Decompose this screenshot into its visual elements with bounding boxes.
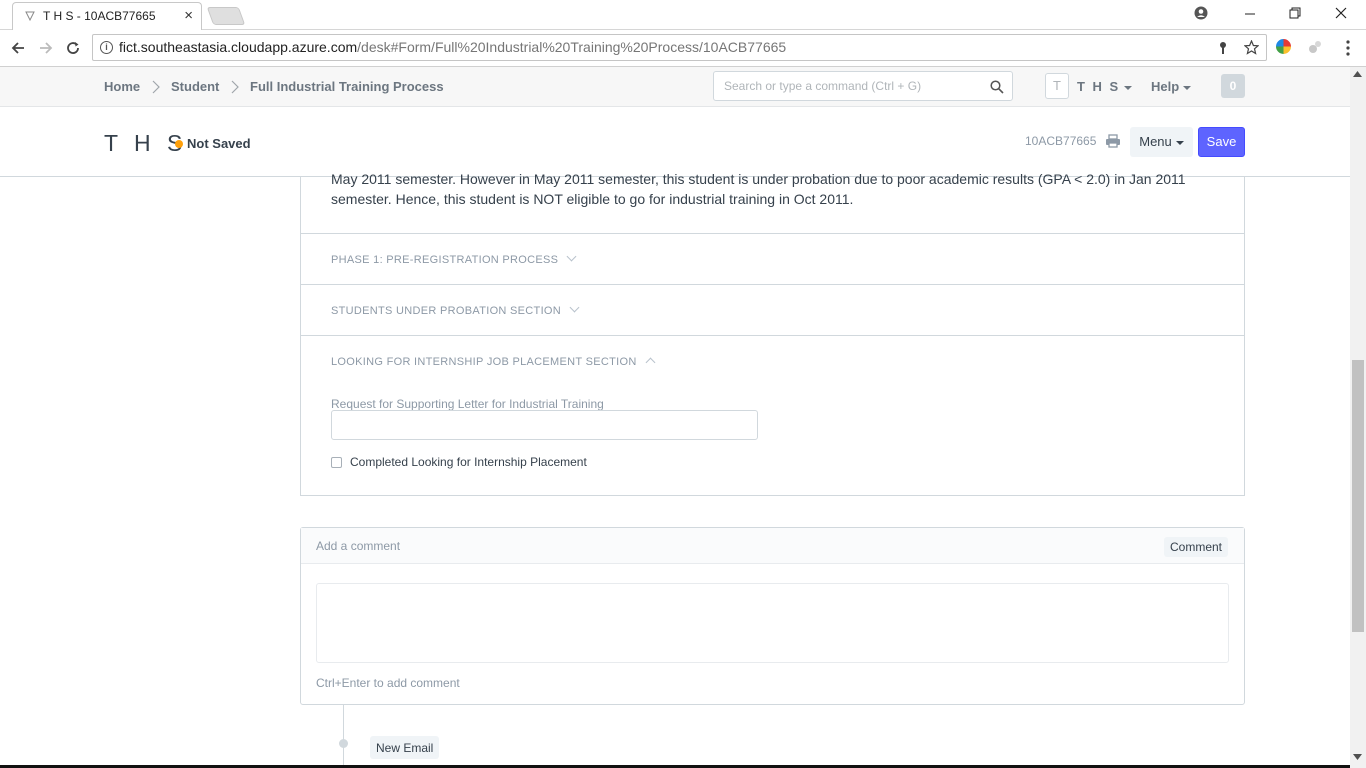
caret-down-icon: [1124, 85, 1133, 90]
restore-icon[interactable]: [1289, 7, 1301, 19]
key-icon[interactable]: [1218, 41, 1228, 55]
comment-header: Add a comment Comment: [301, 528, 1244, 564]
supporting-letter-input[interactable]: [331, 410, 758, 440]
frappe-favicon-icon: [25, 11, 35, 21]
section-heading-label: PHASE 1: PRE-REGISTRATION PROCESS: [331, 254, 559, 266]
section-phase-1[interactable]: PHASE 1: PRE-REGISTRATION PROCESS: [301, 233, 1244, 284]
status-indicator: Not Saved: [175, 136, 251, 151]
completed-placement-row[interactable]: Completed Looking for Internship Placeme…: [331, 455, 587, 469]
url-host: fict.southeastasia.cloudapp.azure.com: [119, 39, 358, 55]
section-heading-label: LOOKING FOR INTERNSHIP JOB PLACEMENT SEC…: [331, 356, 637, 368]
print-icon[interactable]: [1105, 134, 1121, 148]
scrollbar-thumb[interactable]: [1352, 360, 1364, 632]
new-email-button[interactable]: New Email: [370, 736, 440, 759]
breadcrumb-chevron-icon: [231, 80, 239, 94]
address-bar[interactable]: i fict.southeastasia.cloudapp.azure.com/…: [92, 34, 1267, 61]
comment-button[interactable]: Comment: [1164, 537, 1229, 557]
forward-icon[interactable]: [38, 40, 54, 56]
completed-placement-label: Completed Looking for Internship Placeme…: [350, 455, 587, 469]
timeline-dot: [339, 739, 348, 748]
section-probation[interactable]: STUDENTS UNDER PROBATION SECTION: [301, 284, 1244, 335]
breadcrumb-chevron-icon: [152, 80, 160, 94]
user-dropdown[interactable]: T H S: [1077, 79, 1133, 94]
search-icon[interactable]: [990, 80, 1004, 94]
browser-tab[interactable]: T H S - 10ACB77665 ×: [12, 2, 202, 30]
section-heading: STUDENTS UNDER PROBATION SECTION: [331, 302, 580, 317]
caret-down-icon: [1175, 140, 1184, 145]
chevron-down-icon: [566, 251, 577, 262]
caret-down-icon: [1183, 85, 1192, 90]
app-navbar: Home Student Full Industrial Training Pr…: [0, 67, 1350, 107]
chevron-down-icon: [569, 302, 580, 313]
back-icon[interactable]: [10, 40, 26, 56]
breadcrumb-student[interactable]: Student: [171, 79, 219, 94]
breadcrumb-home[interactable]: Home: [104, 79, 140, 94]
user-avatar[interactable]: T: [1045, 73, 1069, 99]
awesome-bar-search[interactable]: Search or type a command (Ctrl + G): [713, 71, 1013, 101]
form-layout: May 2011 semester. However in May 2011 s…: [300, 171, 1245, 496]
supporting-letter-label: Request for Supporting Letter for Indust…: [331, 397, 604, 411]
section-heading: PHASE 1: PRE-REGISTRATION PROCESS: [331, 251, 577, 266]
help-dropdown[interactable]: Help: [1151, 79, 1192, 94]
account-icon[interactable]: [1194, 6, 1208, 20]
tab-title: T H S - 10ACB77665: [43, 9, 156, 23]
menu-label: Menu: [1139, 134, 1172, 149]
document-id: 10ACB77665: [1025, 134, 1097, 148]
extension-gear-icon[interactable]: [1307, 39, 1323, 55]
section-internship-placement: LOOKING FOR INTERNSHIP JOB PLACEMENT SEC…: [301, 335, 1244, 495]
comment-input[interactable]: [316, 583, 1229, 663]
chevron-up-icon: [645, 357, 656, 368]
section-heading[interactable]: LOOKING FOR INTERNSHIP JOB PLACEMENT SEC…: [331, 356, 656, 368]
eligibility-text: May 2011 semester. However in May 2011 s…: [331, 171, 1186, 207]
breadcrumb-doctype[interactable]: Full Industrial Training Process: [250, 79, 444, 94]
help-label: Help: [1151, 79, 1180, 94]
browser-tabstrip: T H S - 10ACB77665 ×: [0, 0, 1366, 30]
user-name-label: T H S: [1077, 79, 1121, 94]
page-head: T H S Not Saved 10ACB77665 Menu Save: [0, 107, 1350, 177]
reload-icon[interactable]: [65, 40, 81, 56]
browser-menu-icon[interactable]: [1346, 40, 1350, 56]
minimize-icon[interactable]: [1244, 8, 1256, 20]
close-window-icon[interactable]: [1335, 7, 1347, 19]
timeline-line: [343, 705, 344, 768]
save-button[interactable]: Save: [1198, 127, 1245, 157]
tab-close-icon[interactable]: ×: [184, 3, 193, 29]
extension-colorful-icon[interactable]: [1276, 39, 1291, 54]
comment-title: Add a comment: [316, 539, 401, 553]
browser-toolbar: i fict.southeastasia.cloudapp.azure.com/…: [0, 30, 1366, 67]
scroll-down-icon[interactable]: [1353, 754, 1362, 760]
notification-badge[interactable]: 0: [1221, 74, 1245, 98]
site-info-icon[interactable]: i: [100, 41, 113, 54]
section-heading-label: STUDENTS UNDER PROBATION SECTION: [331, 305, 562, 317]
scroll-up-icon[interactable]: [1353, 71, 1362, 77]
comment-hint: Ctrl+Enter to add comment: [316, 676, 460, 690]
search-placeholder: Search or type a command (Ctrl + G): [724, 79, 922, 93]
completed-placement-checkbox[interactable]: [331, 457, 342, 468]
comment-box: Add a comment Comment Ctrl+Enter to add …: [300, 527, 1245, 705]
bookmark-star-icon[interactable]: [1244, 40, 1259, 55]
url-path: /desk#Form/Full%20Industrial%20Training%…: [357, 39, 787, 55]
new-tab-button[interactable]: [206, 7, 246, 25]
menu-button[interactable]: Menu: [1130, 127, 1193, 157]
